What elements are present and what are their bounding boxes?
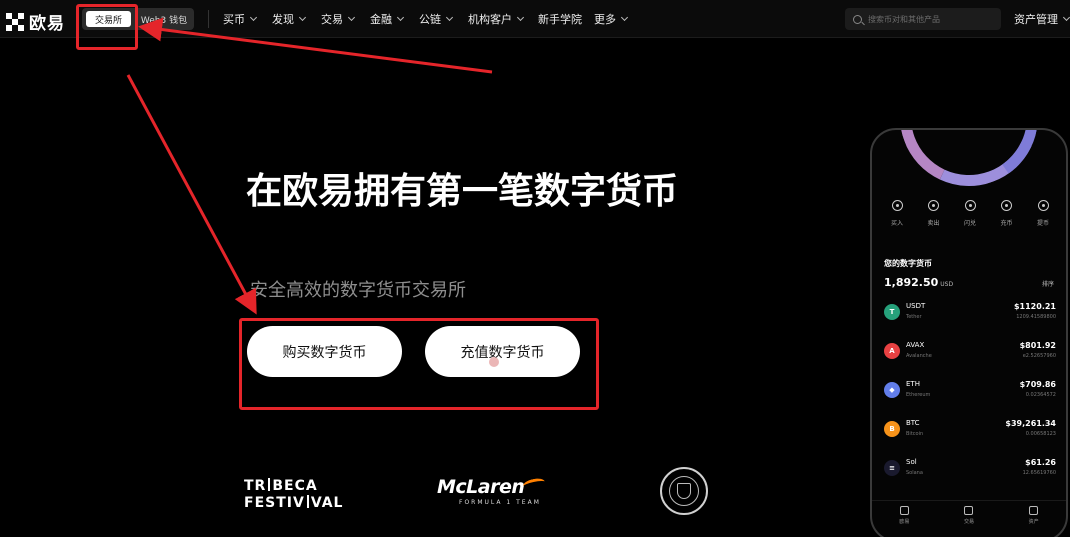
- coin-symbol: BTC: [906, 419, 920, 427]
- coin-amount: e2.52657960: [1022, 353, 1056, 359]
- coin-value: $39,261.34: [1005, 419, 1056, 428]
- coin-symbol: USDT: [906, 302, 926, 310]
- chevron-down-icon: [298, 13, 307, 22]
- okx-logo[interactable]: 欧易: [6, 9, 65, 34]
- phone-tab-trade: 交易: [964, 506, 974, 525]
- coin-symbol: Sol: [906, 458, 917, 466]
- coin-name: Ethereum: [906, 392, 931, 398]
- coin-amount: 0.00658123: [1025, 431, 1056, 437]
- chevron-down-icon: [445, 13, 454, 22]
- hero-title: 在欧易拥有第一笔数字货币: [246, 171, 679, 212]
- phone-tab-assets: 资产: [1029, 506, 1039, 525]
- coin-name: Tether: [906, 314, 922, 320]
- nav-item-institutional[interactable]: 机构客户: [468, 11, 525, 27]
- chevron-down-icon: [516, 13, 525, 22]
- nav-item-finance[interactable]: 金融: [370, 11, 405, 27]
- action-sell: 卖出: [921, 200, 947, 227]
- nav-item-assets[interactable]: 资产管理: [1014, 11, 1070, 27]
- coin-row: ◆ ETH Ethereum $709.86 0.02364572: [884, 377, 1056, 409]
- coin-row: A AVAX Avalanche $801.92 e2.52657960: [884, 338, 1056, 370]
- search-input[interactable]: [868, 14, 993, 24]
- phone-tabbar: 欧易 交易 资产: [872, 500, 1066, 530]
- okx-logo-icon: [6, 12, 24, 31]
- coin-symbol: AVAX: [906, 341, 925, 349]
- coin-icon: ≡: [884, 460, 900, 476]
- portfolio-balance: 1,892.50 USD: [884, 276, 954, 289]
- trade-tab-icon: [964, 506, 974, 515]
- coin-row: T USDT Tether $1120.21 1209.41589800: [884, 299, 1056, 331]
- chevron-down-icon: [620, 13, 629, 22]
- nav-item-chain[interactable]: 公链: [419, 11, 454, 27]
- manchester-city-crest-icon: [660, 467, 708, 515]
- minus-circle-icon: [928, 200, 939, 211]
- nav-item-trade[interactable]: 交易: [321, 11, 356, 27]
- mclaren-logo: McLaren FORMULA 1 TEAM: [437, 476, 546, 506]
- nav-item-discover[interactable]: 发现: [272, 11, 307, 27]
- nav-item-more[interactable]: 更多: [594, 11, 629, 27]
- plus-circle-icon: [891, 200, 903, 211]
- coin-value: $801.92: [1019, 341, 1056, 350]
- action-deposit: 充币: [994, 200, 1020, 227]
- swap-icon: [964, 200, 976, 211]
- portfolio-title: 您的数字货币: [884, 259, 932, 268]
- coin-amount: 1209.41589800: [1016, 314, 1056, 320]
- chevron-down-icon: [1062, 13, 1070, 22]
- hero-subtitle: 安全高效的数字货币交易所: [250, 280, 466, 301]
- tab-web3-wallet[interactable]: Web3 钱包: [138, 11, 190, 27]
- coin-value: $1120.21: [1013, 302, 1056, 311]
- upload-icon: [1037, 200, 1049, 211]
- coin-icon: A: [884, 343, 900, 359]
- brand-name: 欧易: [29, 14, 65, 34]
- coin-icon: ◆: [884, 382, 900, 398]
- coin-amount: 12.65619760: [1022, 470, 1056, 476]
- chevron-down-icon: [347, 13, 356, 22]
- tribeca-festival-logo: TR BECA FESTIV VAL: [244, 478, 344, 511]
- highlight-exchange-tab: [76, 4, 138, 50]
- nav-item-buy-crypto[interactable]: 买币: [223, 11, 258, 27]
- sort-label: 排序: [1041, 281, 1054, 288]
- highlight-cta-buttons: [239, 318, 599, 410]
- action-withdraw: 提币: [1030, 200, 1056, 227]
- top-nav: 欧易 交易所 Web3 钱包 买币 发现 交易 金融 公链 机构客户 新手学院 …: [0, 0, 1070, 38]
- chevron-down-icon: [249, 13, 258, 22]
- wallet-tab-icon: [1029, 506, 1039, 515]
- action-buy: 买入: [884, 200, 910, 227]
- search-box[interactable]: [845, 8, 1001, 30]
- coin-value: $709.86: [1019, 380, 1056, 389]
- coin-name: Bitcoin: [906, 431, 924, 437]
- phone-mockup: 买入 卖出 闪兑 充币 提币 您的数字货币 1,892.50 USD 排序 T US…: [870, 128, 1068, 537]
- search-icon: [853, 14, 862, 24]
- phone-tab-home: 欧易: [899, 506, 909, 525]
- coin-icon: T: [884, 304, 900, 320]
- arrow-to-cta-buttons: [126, 74, 257, 315]
- okx-tab-icon: [899, 506, 909, 515]
- nav-divider: [208, 10, 209, 28]
- coin-amount: 0.02364572: [1025, 392, 1056, 398]
- coin-icon: B: [884, 421, 900, 437]
- coin-value: $61.26: [1025, 458, 1056, 467]
- coin-row: ≡ Sol Solana $61.26 12.65619760: [884, 455, 1056, 487]
- coin-symbol: ETH: [906, 380, 920, 388]
- coin-row: B BTC Bitcoin $39,261.34 0.00658123: [884, 416, 1056, 448]
- coin-name: Avalanche: [906, 353, 932, 359]
- phone-actions: 买入 卖出 闪兑 充币 提币: [884, 200, 1056, 227]
- chevron-down-icon: [396, 13, 405, 22]
- download-icon: [1001, 200, 1012, 211]
- coin-name: Solana: [906, 470, 923, 476]
- action-convert: 闪兑: [957, 200, 983, 227]
- nav-item-academy[interactable]: 新手学院: [538, 11, 582, 27]
